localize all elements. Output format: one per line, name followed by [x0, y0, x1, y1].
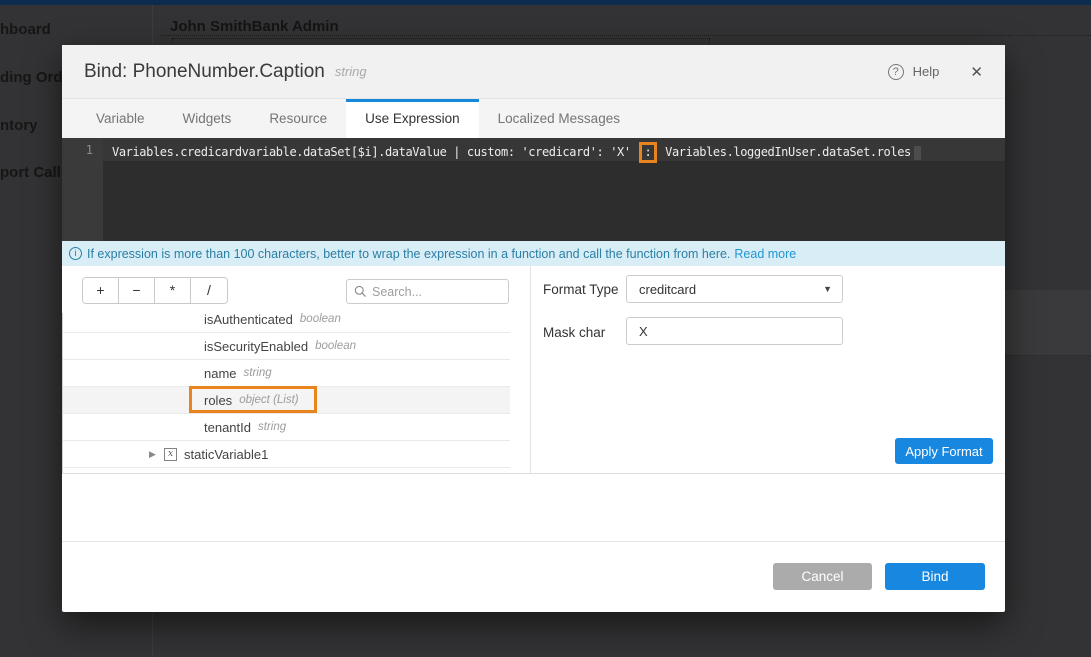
info-text: If expression is more than 100 character…: [87, 247, 730, 261]
sidebar-item-dashboard: hboard: [0, 21, 51, 38]
sidebar-item-support-calls: port Calls: [0, 164, 69, 181]
dialog-header: Bind: PhoneNumber.Caption string ? Help …: [62, 45, 1005, 99]
search-input[interactable]: [372, 285, 492, 299]
close-icon[interactable]: ✕: [970, 63, 983, 81]
read-more-link[interactable]: Read more: [734, 247, 796, 261]
sidebar-item-inventory: ntory: [0, 117, 38, 134]
expand-arrow-icon[interactable]: ▶: [149, 449, 161, 460]
variable-tree: isAuthenticated boolean isSecurityEnable…: [62, 313, 510, 473]
canvas-title: John SmithBank Admin: [170, 18, 339, 35]
editor-line-number: 1: [62, 143, 93, 157]
footer-border: [62, 541, 1005, 542]
dialog-body: + − * / isAuthenticated boolean isSecuri: [62, 266, 1005, 473]
tree-item-staticVariable1[interactable]: ▶ x staticVariable1: [63, 441, 510, 468]
help-link[interactable]: Help: [913, 64, 940, 79]
expression-editor[interactable]: 1 Variables.credicardvariable.dataSet[$i…: [62, 138, 1005, 241]
tab-widgets[interactable]: Widgets: [164, 99, 251, 138]
format-type-value: creditcard: [639, 282, 696, 297]
dialog-type-label: string: [335, 64, 367, 79]
search-box: [346, 279, 509, 304]
variable-type-icon: x: [164, 448, 177, 461]
canvas-right-band: [1005, 290, 1091, 355]
bind-button[interactable]: Bind: [885, 563, 985, 590]
canvas-widget-outline: [160, 35, 1091, 36]
plus-operator-button[interactable]: +: [83, 278, 119, 303]
tab-variable[interactable]: Variable: [77, 99, 164, 138]
chevron-down-icon: ▼: [823, 284, 832, 294]
dialog-tabs: Variable Widgets Resource Use Expression…: [62, 99, 1005, 138]
multiply-operator-button[interactable]: *: [155, 278, 191, 303]
minus-operator-button[interactable]: −: [119, 278, 155, 303]
operator-toolbar: + − * /: [82, 277, 228, 304]
search-icon: [354, 285, 367, 298]
content-bottom-border: [62, 473, 1005, 474]
expression-highlight-box: :: [639, 142, 658, 163]
help-icon[interactable]: ?: [888, 64, 904, 80]
cancel-button[interactable]: Cancel: [773, 563, 872, 590]
app-topbar: [0, 0, 1091, 5]
mask-char-input[interactable]: [626, 317, 843, 345]
apply-format-button[interactable]: Apply Format: [895, 438, 993, 464]
editor-gutter: 1: [62, 138, 103, 241]
mask-char-label: Mask char: [543, 325, 605, 340]
tree-item-isSecurityEnabled[interactable]: isSecurityEnabled boolean: [63, 333, 510, 360]
bind-dialog: Bind: PhoneNumber.Caption string ? Help …: [62, 45, 1005, 612]
expression-text: Variables.credicardvariable.dataSet[$i].…: [112, 142, 992, 163]
tree-item-name[interactable]: name string: [63, 360, 510, 387]
screen: hboard ding Order ntory port Calls John …: [0, 0, 1091, 657]
tree-item-roles[interactable]: roles object (List): [63, 387, 510, 414]
format-type-label: Format Type: [543, 282, 619, 297]
tab-localized-messages[interactable]: Localized Messages: [479, 99, 639, 138]
canvas-right-dotted-line: [1005, 355, 1091, 356]
tree-item-tenantId[interactable]: tenantId string: [63, 414, 510, 441]
tab-resource[interactable]: Resource: [250, 99, 346, 138]
info-icon: i: [69, 247, 82, 260]
tree-item-isAuthenticated[interactable]: isAuthenticated boolean: [63, 313, 510, 333]
expression-after: Variables.loggedInUser.dataSet.roles: [658, 145, 911, 159]
panel-divider: [530, 266, 531, 473]
divide-operator-button[interactable]: /: [191, 278, 227, 303]
expression-before: Variables.credicardvariable.dataSet[$i].…: [112, 145, 638, 159]
editor-cursor: [914, 146, 921, 160]
format-type-select[interactable]: creditcard ▼: [626, 275, 843, 303]
info-bar: i If expression is more than 100 charact…: [62, 241, 1005, 266]
dialog-title: Bind: PhoneNumber.Caption: [84, 61, 325, 83]
tab-use-expression[interactable]: Use Expression: [346, 99, 479, 138]
